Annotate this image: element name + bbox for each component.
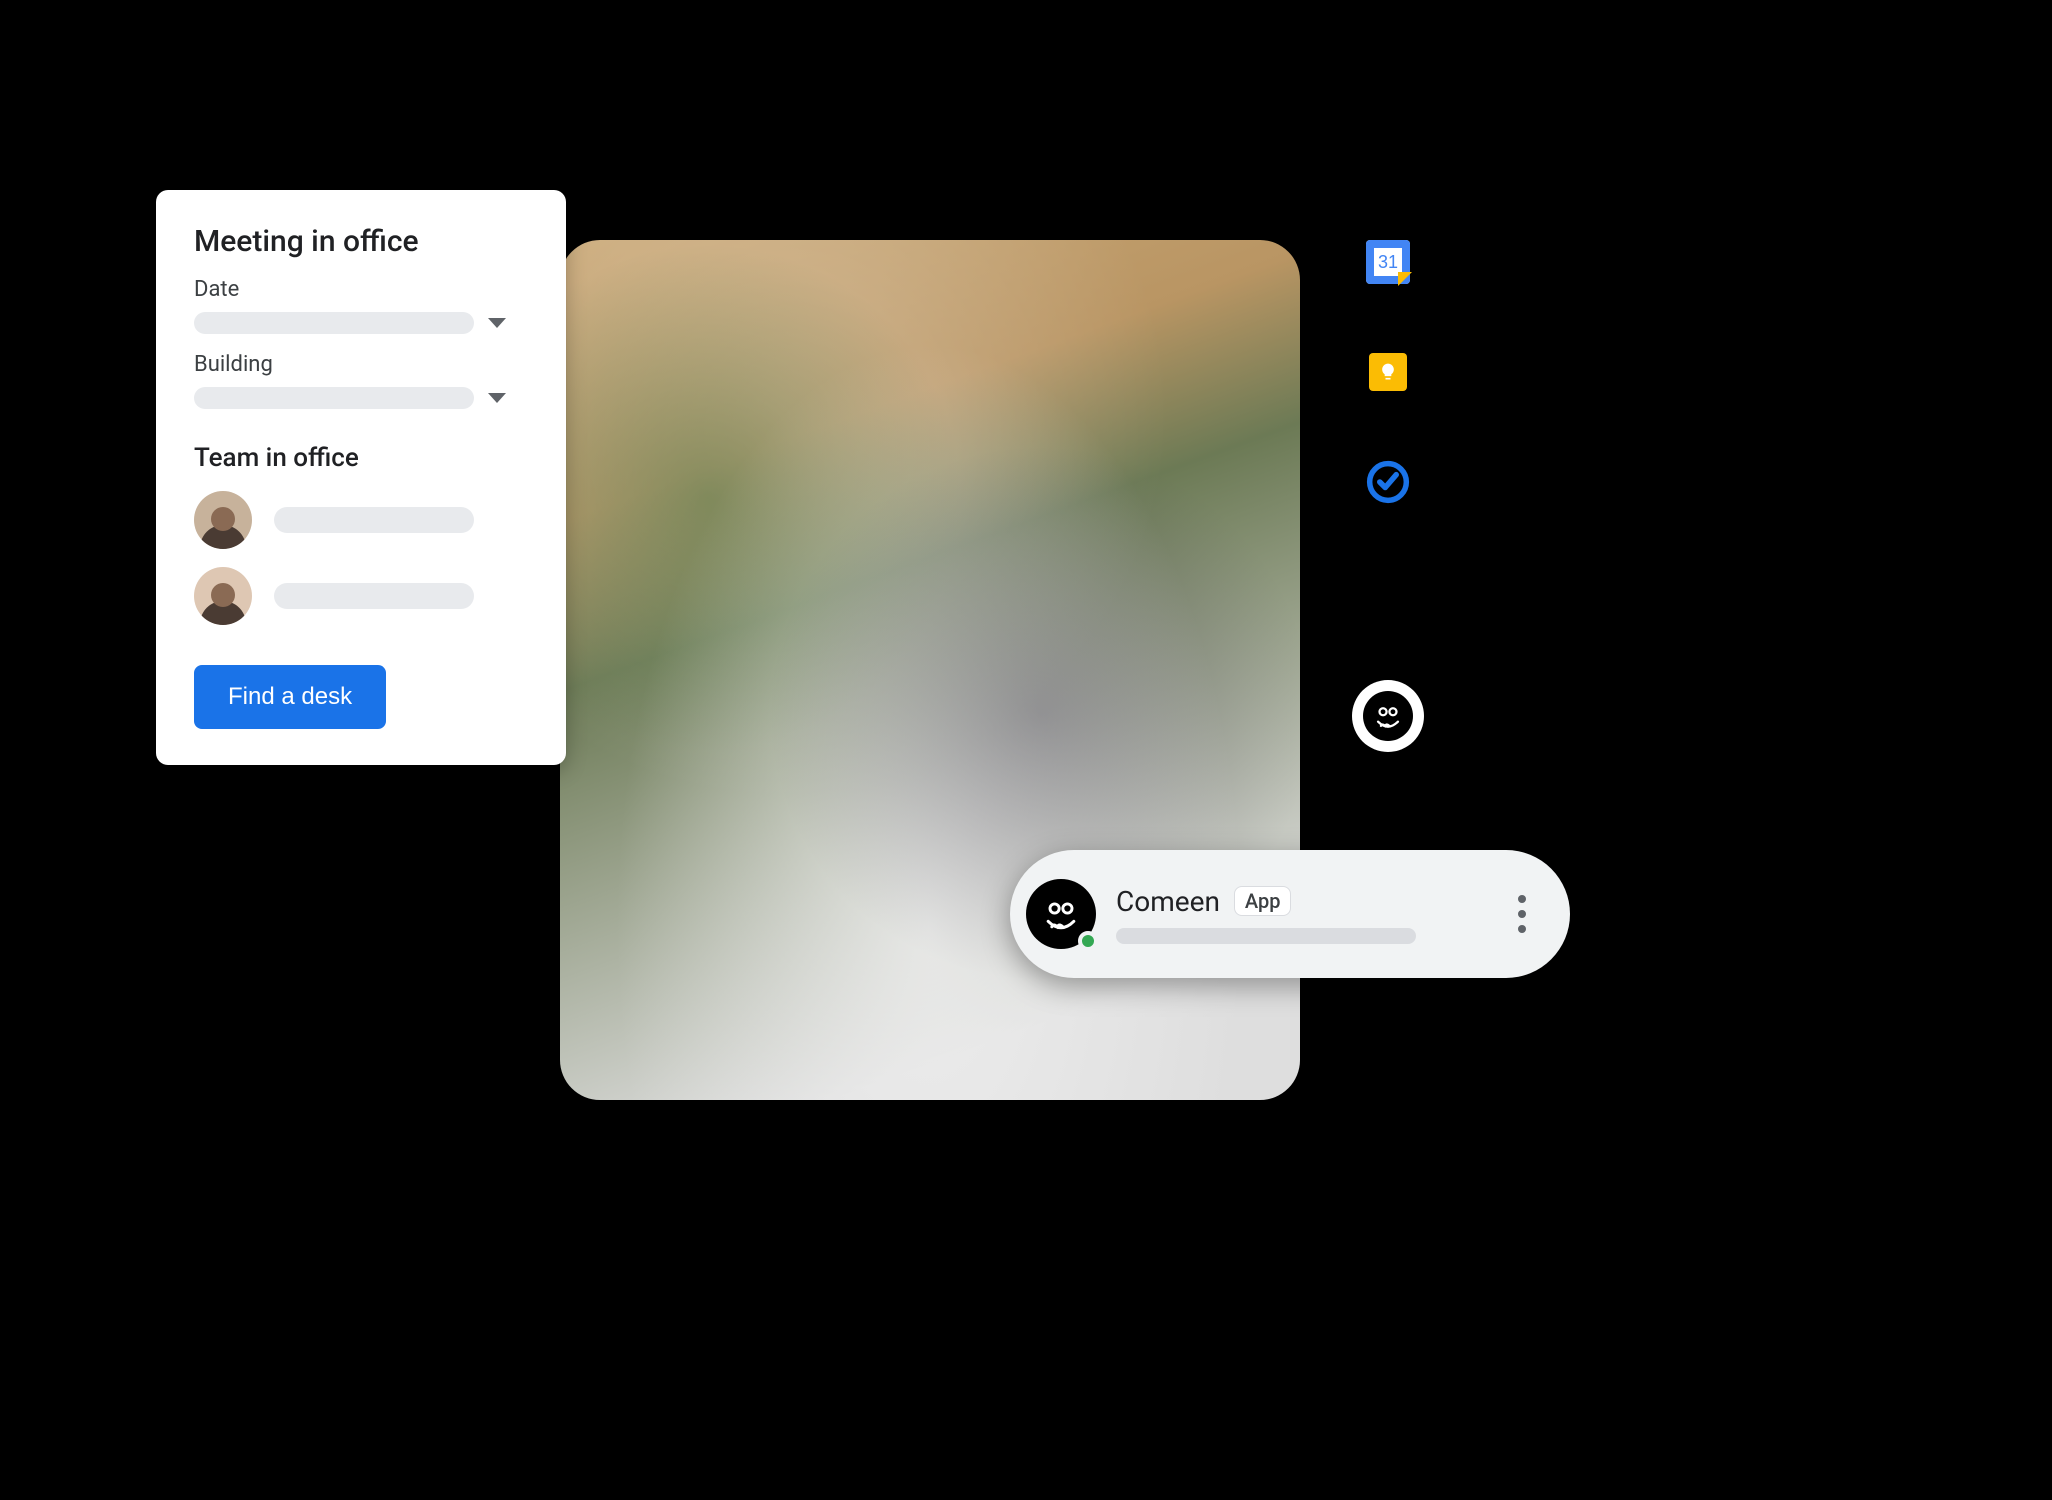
chat-body: Comeen App bbox=[1116, 885, 1482, 944]
date-select[interactable] bbox=[194, 312, 528, 334]
chevron-down-icon bbox=[488, 393, 506, 403]
avatar bbox=[194, 567, 252, 625]
team-member-row bbox=[194, 491, 528, 549]
chat-message-placeholder bbox=[1116, 928, 1416, 944]
comeen-avatar bbox=[1026, 879, 1096, 949]
google-tasks-icon[interactable] bbox=[1366, 460, 1410, 504]
chevron-down-icon bbox=[488, 318, 506, 328]
comeen-app-icon[interactable] bbox=[1352, 680, 1424, 752]
building-label: Building bbox=[194, 352, 528, 377]
team-name-placeholder bbox=[274, 583, 474, 609]
card-title: Meeting in office bbox=[194, 224, 528, 259]
presence-indicator bbox=[1078, 931, 1098, 951]
more-options-button[interactable] bbox=[1502, 895, 1542, 933]
google-keep-icon[interactable] bbox=[1366, 350, 1410, 394]
building-value-placeholder bbox=[194, 387, 474, 409]
side-app-rail: 31 bbox=[1348, 240, 1428, 752]
google-contacts-icon[interactable] bbox=[1366, 570, 1410, 614]
calendar-day-number: 31 bbox=[1366, 240, 1410, 284]
team-member-row bbox=[194, 567, 528, 625]
app-badge: App bbox=[1234, 886, 1292, 916]
google-calendar-icon[interactable]: 31 bbox=[1366, 240, 1410, 284]
chat-app-name: Comeen bbox=[1116, 885, 1220, 918]
find-a-desk-button[interactable]: Find a desk bbox=[194, 665, 386, 729]
building-select[interactable] bbox=[194, 387, 528, 409]
meeting-in-office-card: Meeting in office Date Building Team in … bbox=[156, 190, 566, 765]
date-label: Date bbox=[194, 277, 528, 302]
avatar bbox=[194, 491, 252, 549]
date-value-placeholder bbox=[194, 312, 474, 334]
team-in-office-title: Team in office bbox=[194, 443, 528, 473]
team-name-placeholder bbox=[274, 507, 474, 533]
comeen-chat-card[interactable]: Comeen App bbox=[1010, 850, 1570, 978]
